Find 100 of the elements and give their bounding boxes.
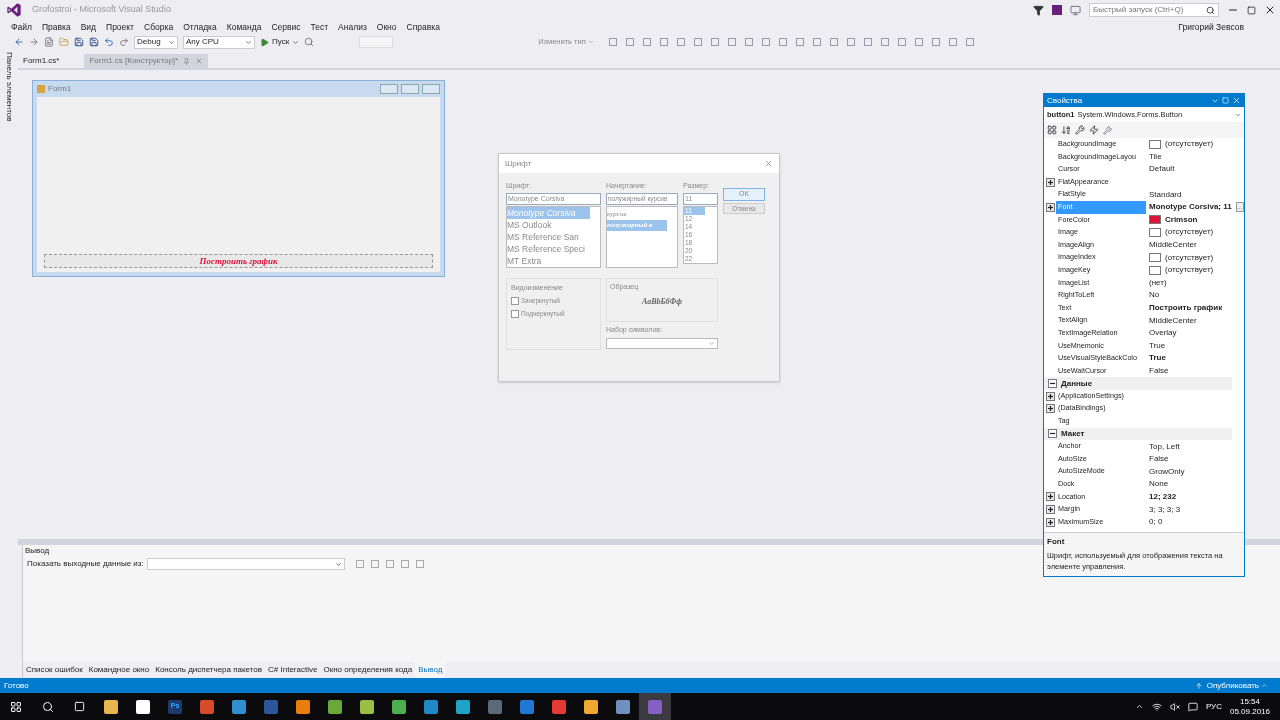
quick-launch-field[interactable]: Быстрый запуск (Ctrl+Q) bbox=[1089, 3, 1219, 17]
category-label: Макет bbox=[1061, 427, 1085, 440]
property-value[interactable]: (отсутствует) bbox=[1165, 138, 1214, 151]
menu-item[interactable]: Сервис bbox=[266, 20, 306, 34]
checkbox[interactable] bbox=[511, 296, 519, 305]
panel-tab[interactable]: Консоль диспетчера пакетов bbox=[152, 662, 266, 678]
sort-icon[interactable] bbox=[1061, 125, 1071, 135]
toolbox-side-tab[interactable]: Панель элементов bbox=[3, 52, 15, 122]
minimize-icon[interactable] bbox=[380, 84, 398, 94]
list-item[interactable]: MS Outlook bbox=[507, 218, 590, 231]
property-value[interactable]: True bbox=[1149, 339, 1166, 352]
search-icon bbox=[42, 700, 54, 713]
zoom-field[interactable] bbox=[359, 36, 394, 48]
property-value[interactable]: Tile bbox=[1149, 150, 1162, 163]
language-indicator[interactable]: РУС bbox=[1205, 700, 1222, 713]
lightning-icon[interactable] bbox=[1089, 125, 1099, 135]
property-value[interactable]: Top, Left bbox=[1149, 440, 1180, 453]
window-icon[interactable] bbox=[1070, 4, 1081, 16]
property-value[interactable]: (отсутствует) bbox=[1165, 251, 1214, 264]
list-item[interactable]: MS Reference Speci bbox=[507, 242, 590, 255]
categorized-icon[interactable] bbox=[1047, 125, 1057, 135]
property-value[interactable]: MiddleCenter bbox=[1149, 314, 1197, 327]
panel-tab[interactable]: Вывод bbox=[415, 662, 446, 678]
undo-icon[interactable] bbox=[104, 37, 114, 47]
expand-icon[interactable] bbox=[1045, 505, 1055, 514]
property-value[interactable]: Построить график bbox=[1149, 302, 1223, 314]
menu-item[interactable]: Команда bbox=[221, 20, 267, 34]
property-value[interactable]: None bbox=[1149, 478, 1169, 491]
form-window[interactable]: Form1 Построить график bbox=[32, 80, 445, 277]
property-value[interactable]: 12; 232 bbox=[1149, 490, 1177, 503]
close-icon bbox=[764, 159, 773, 168]
platform-dropdown[interactable]: Any CPU bbox=[183, 35, 255, 49]
save-icon[interactable] bbox=[74, 37, 84, 47]
plot-button[interactable]: Построить график bbox=[44, 254, 433, 268]
menu-item[interactable]: Проект bbox=[101, 20, 139, 34]
menu-item[interactable]: Сборка bbox=[139, 20, 179, 34]
property-value[interactable]: (отсутствует) bbox=[1165, 264, 1214, 277]
configuration-dropdown[interactable]: Debug bbox=[134, 35, 178, 49]
maximize-icon[interactable] bbox=[401, 84, 419, 94]
property-value[interactable]: 0; 0 bbox=[1149, 516, 1163, 529]
start-button[interactable]: Пуск bbox=[260, 36, 300, 48]
charset-dropdown[interactable] bbox=[606, 338, 718, 349]
back-icon[interactable] bbox=[14, 37, 24, 47]
clock-date[interactable]: 05.09.2016 bbox=[1229, 706, 1270, 717]
collapse-icon[interactable] bbox=[1048, 379, 1057, 389]
save-all-icon[interactable] bbox=[89, 37, 99, 47]
expand-icon[interactable] bbox=[1045, 492, 1055, 502]
expand-icon[interactable] bbox=[1045, 177, 1055, 187]
expand-icon[interactable] bbox=[1045, 404, 1055, 414]
menu-item[interactable]: Вид bbox=[75, 20, 101, 34]
document-tab[interactable]: Form1.cs* bbox=[18, 54, 65, 68]
font-list[interactable]: Monotype Corsiva MS Outlook MS Reference San MS Reference Speci MT Extra bbox=[506, 205, 601, 268]
property-value[interactable]: Standard bbox=[1149, 188, 1182, 201]
property-value[interactable]: MiddleCenter bbox=[1149, 239, 1197, 252]
expand-icon[interactable] bbox=[1045, 391, 1055, 401]
user-name[interactable]: Григорий Зевсов bbox=[1178, 20, 1244, 34]
menu-item[interactable]: Окно bbox=[371, 20, 402, 34]
publish-button[interactable]: Опубликовать bbox=[1206, 679, 1268, 692]
close-icon[interactable] bbox=[1264, 4, 1276, 16]
notifications-icon bbox=[1187, 701, 1198, 712]
new-file-icon[interactable] bbox=[44, 37, 54, 47]
property-value[interactable]: No bbox=[1149, 289, 1160, 302]
property-value[interactable]: False bbox=[1149, 365, 1169, 377]
property-value[interactable]: GrowOnly bbox=[1149, 465, 1185, 478]
checkbox[interactable] bbox=[511, 309, 519, 318]
menu-item[interactable]: Отладка bbox=[178, 20, 222, 34]
panel-tab[interactable]: Окно определения кода bbox=[320, 662, 416, 678]
expand-icon[interactable] bbox=[1045, 517, 1055, 527]
list-item[interactable]: MS Reference San bbox=[507, 230, 590, 243]
menu-item[interactable]: Правка bbox=[36, 20, 76, 34]
property-value[interactable]: (нет) bbox=[1149, 276, 1167, 289]
property-value[interactable]: Monotype Corsiva; 11 bbox=[1149, 201, 1232, 214]
search-icon[interactable] bbox=[304, 37, 315, 47]
clock-time[interactable]: 15:54 bbox=[1239, 696, 1260, 707]
property-value[interactable]: Default bbox=[1149, 163, 1175, 176]
property-value[interactable]: (отсутствует) bbox=[1165, 226, 1214, 239]
form-title: Form1 bbox=[48, 83, 72, 95]
panel-tab[interactable]: Список ошибок bbox=[23, 662, 86, 678]
collapse-icon[interactable] bbox=[1048, 429, 1057, 439]
restore-icon[interactable] bbox=[1247, 5, 1256, 15]
property-value[interactable]: Overlay bbox=[1149, 327, 1177, 340]
property-value[interactable]: False bbox=[1149, 453, 1169, 466]
filter-icon[interactable] bbox=[1033, 4, 1044, 16]
property-value[interactable]: Crimson bbox=[1165, 213, 1198, 226]
redo-icon[interactable] bbox=[119, 37, 129, 47]
menu-item[interactable]: Справка bbox=[401, 20, 445, 34]
list-item[interactable]: MT Extra bbox=[507, 254, 590, 267]
panel-tab[interactable]: Командное окно bbox=[85, 662, 153, 678]
property-value[interactable]: True bbox=[1149, 352, 1166, 365]
property-value[interactable]: 3; 3; 3; 3 bbox=[1149, 503, 1181, 516]
output-source-dropdown[interactable] bbox=[146, 558, 345, 570]
wrench-icon[interactable] bbox=[1103, 125, 1112, 135]
menu-item[interactable]: Файл bbox=[6, 20, 37, 34]
menu-item[interactable]: Анализ bbox=[333, 20, 372, 34]
menu-item[interactable]: Тест bbox=[305, 20, 334, 34]
panel-tab[interactable]: C# Interactive bbox=[265, 662, 321, 678]
folder-icon[interactable] bbox=[59, 37, 69, 47]
play-icon bbox=[260, 37, 269, 47]
expand-icon[interactable] bbox=[1045, 202, 1055, 212]
forward-icon[interactable] bbox=[29, 37, 39, 47]
